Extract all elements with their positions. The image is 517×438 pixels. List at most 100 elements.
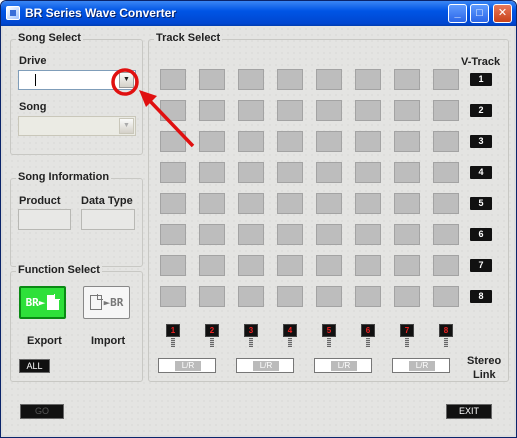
- track-cell[interactable]: [238, 162, 264, 183]
- drive-select[interactable]: ▼: [18, 70, 136, 90]
- track-cell[interactable]: [238, 131, 264, 152]
- track-cell[interactable]: [277, 224, 303, 245]
- track-cell[interactable]: [394, 224, 420, 245]
- track-cell[interactable]: [160, 162, 186, 183]
- track-cell[interactable]: [277, 255, 303, 276]
- stereo-link-toggle[interactable]: L/R: [314, 358, 372, 373]
- go-button[interactable]: GO: [20, 404, 64, 419]
- track-cell[interactable]: [160, 286, 186, 307]
- track-cell[interactable]: [355, 69, 381, 90]
- track-knob[interactable]: 3: [244, 324, 258, 347]
- track-knob[interactable]: 8: [439, 324, 453, 347]
- track-cell[interactable]: [277, 100, 303, 121]
- maximize-button[interactable]: □: [470, 4, 489, 23]
- import-button[interactable]: ►BR: [83, 286, 130, 319]
- track-cell[interactable]: [433, 131, 459, 152]
- close-button[interactable]: ✕: [493, 4, 512, 23]
- track-cell[interactable]: [316, 69, 342, 90]
- track-cell[interactable]: [238, 69, 264, 90]
- track-cell[interactable]: [199, 255, 225, 276]
- track-cell[interactable]: [160, 224, 186, 245]
- track-cell[interactable]: [355, 100, 381, 121]
- track-cell[interactable]: [160, 193, 186, 214]
- track-cell[interactable]: [199, 100, 225, 121]
- drive-dropdown-button[interactable]: ▼: [119, 72, 134, 88]
- v-track-button[interactable]: 1: [470, 73, 492, 86]
- title-bar[interactable]: BR Series Wave Converter _ □ ✕: [1, 1, 516, 26]
- track-cell[interactable]: [316, 255, 342, 276]
- track-cell[interactable]: [160, 131, 186, 152]
- track-cell[interactable]: [160, 69, 186, 90]
- knob-stem: [405, 338, 409, 347]
- track-cell[interactable]: [316, 193, 342, 214]
- track-cell[interactable]: [199, 193, 225, 214]
- track-cell[interactable]: [394, 69, 420, 90]
- track-cell[interactable]: [433, 255, 459, 276]
- track-cell[interactable]: [433, 100, 459, 121]
- track-cell[interactable]: [355, 193, 381, 214]
- stereo-link-toggle[interactable]: L/R: [158, 358, 216, 373]
- track-cell[interactable]: [199, 286, 225, 307]
- v-track-button[interactable]: 4: [470, 166, 492, 179]
- track-cell[interactable]: [355, 131, 381, 152]
- track-cell[interactable]: [433, 69, 459, 90]
- v-track-button[interactable]: 8: [470, 290, 492, 303]
- track-cell[interactable]: [316, 286, 342, 307]
- minimize-button[interactable]: _: [448, 4, 467, 23]
- track-cell[interactable]: [277, 131, 303, 152]
- track-knob[interactable]: 1: [166, 324, 180, 347]
- document-icon: [89, 294, 103, 310]
- track-cell[interactable]: [238, 193, 264, 214]
- track-cell[interactable]: [394, 193, 420, 214]
- all-button[interactable]: ALL: [19, 359, 50, 373]
- track-cell[interactable]: [238, 286, 264, 307]
- data-type-field: [81, 209, 135, 230]
- v-track-button[interactable]: 5: [470, 197, 492, 210]
- track-cell[interactable]: [394, 286, 420, 307]
- track-cell[interactable]: [316, 100, 342, 121]
- track-cell[interactable]: [394, 255, 420, 276]
- track-cell[interactable]: [394, 162, 420, 183]
- track-cell[interactable]: [433, 286, 459, 307]
- track-cell[interactable]: [433, 162, 459, 183]
- track-knob[interactable]: 7: [400, 324, 414, 347]
- v-track-button[interactable]: 7: [470, 259, 492, 272]
- track-cell[interactable]: [199, 131, 225, 152]
- stereo-link-toggle[interactable]: L/R: [236, 358, 294, 373]
- exit-button[interactable]: EXIT: [446, 404, 492, 419]
- v-track-button[interactable]: 2: [470, 104, 492, 117]
- track-cell[interactable]: [355, 162, 381, 183]
- track-cell[interactable]: [433, 224, 459, 245]
- track-cell[interactable]: [238, 255, 264, 276]
- track-knob[interactable]: 6: [361, 324, 375, 347]
- track-cell[interactable]: [277, 69, 303, 90]
- track-cell[interactable]: [199, 162, 225, 183]
- song-select[interactable]: ▼: [18, 116, 136, 136]
- track-cell[interactable]: [199, 69, 225, 90]
- track-cell[interactable]: [316, 162, 342, 183]
- song-dropdown-button[interactable]: ▼: [119, 118, 134, 134]
- track-cell[interactable]: [277, 193, 303, 214]
- v-track-button[interactable]: 6: [470, 228, 492, 241]
- track-cell[interactable]: [355, 224, 381, 245]
- track-cell[interactable]: [355, 286, 381, 307]
- track-cell[interactable]: [355, 255, 381, 276]
- track-cell[interactable]: [394, 100, 420, 121]
- export-button[interactable]: BR►: [19, 286, 66, 319]
- stereo-link-toggle[interactable]: L/R: [392, 358, 450, 373]
- track-knob[interactable]: 2: [205, 324, 219, 347]
- track-cell[interactable]: [160, 255, 186, 276]
- track-cell[interactable]: [394, 131, 420, 152]
- v-track-button[interactable]: 3: [470, 135, 492, 148]
- track-cell[interactable]: [277, 162, 303, 183]
- track-cell[interactable]: [316, 131, 342, 152]
- track-knob[interactable]: 5: [322, 324, 336, 347]
- track-cell[interactable]: [160, 100, 186, 121]
- track-cell[interactable]: [316, 224, 342, 245]
- track-cell[interactable]: [199, 224, 225, 245]
- track-cell[interactable]: [238, 100, 264, 121]
- track-knob[interactable]: 4: [283, 324, 297, 347]
- track-cell[interactable]: [277, 286, 303, 307]
- track-cell[interactable]: [238, 224, 264, 245]
- track-cell[interactable]: [433, 193, 459, 214]
